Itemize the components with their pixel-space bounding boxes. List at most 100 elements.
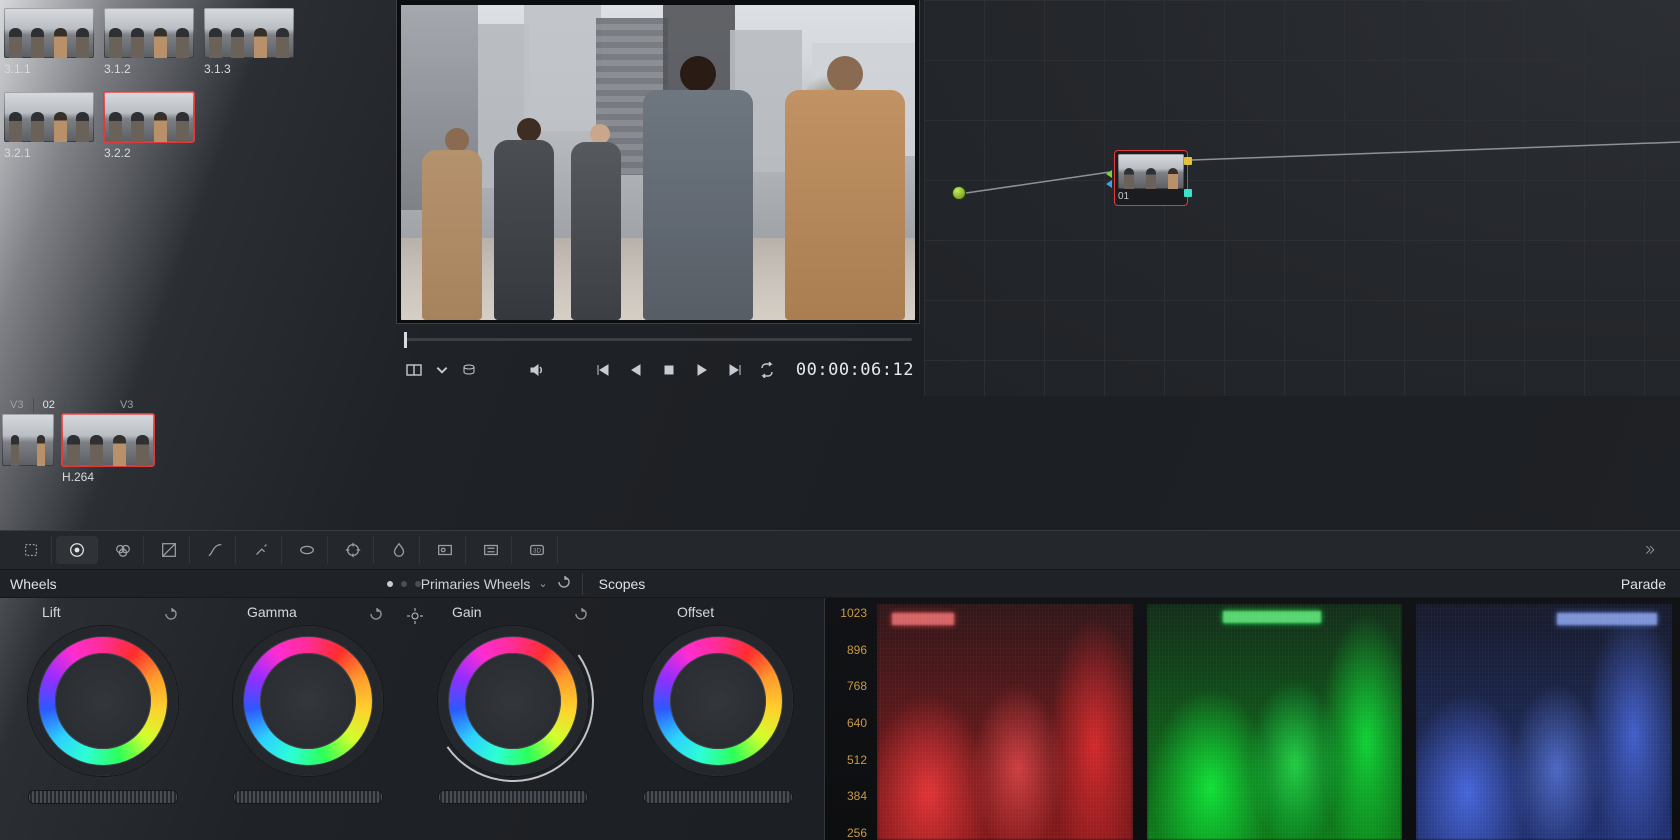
node-links	[924, 0, 1680, 396]
wheels-panel-title: Wheels	[0, 576, 57, 592]
node-output-rgb-icon[interactable]	[1184, 157, 1192, 165]
gamma-reset-button[interactable]	[368, 606, 384, 625]
gamma-wheel[interactable]	[233, 626, 383, 776]
svg-text:3D: 3D	[532, 548, 541, 555]
scrub-bar[interactable]	[396, 328, 920, 352]
scale-tick: 640	[829, 716, 867, 730]
stop-button[interactable]	[656, 358, 681, 382]
gain-wheel[interactable]	[438, 626, 588, 776]
still-3-1-3[interactable]: 3.1.3	[204, 8, 294, 76]
node-source-dot[interactable]	[952, 186, 966, 200]
next-clip-button[interactable]	[722, 358, 747, 382]
expand-panel-button[interactable]	[1628, 536, 1670, 564]
scale-tick: 256	[829, 826, 867, 840]
palette-rgb-mixer-button[interactable]	[102, 536, 144, 564]
still-label: 3.1.2	[104, 62, 194, 76]
still-label: 3.2.1	[4, 146, 94, 160]
palette-sizing-button[interactable]	[470, 536, 512, 564]
palette-curves-button[interactable]	[194, 536, 236, 564]
still-label: 3.1.1	[4, 62, 94, 76]
viewer-image	[401, 5, 915, 320]
image-wipe-button[interactable]	[402, 358, 427, 382]
palette-key-button[interactable]	[424, 536, 466, 564]
node-output-alpha-icon[interactable]	[1184, 189, 1192, 197]
parade-scope[interactable]	[877, 604, 1672, 840]
scopes-mode-dropdown[interactable]: Parade	[1621, 576, 1680, 592]
still-3-2-2[interactable]: 3.2.2	[104, 92, 194, 160]
gamma-label: Gamma	[205, 604, 297, 620]
lift-label: Lift	[0, 604, 61, 620]
lift-wheel[interactable]	[28, 626, 178, 776]
viewer-timecode[interactable]: 00:00:06:12	[796, 360, 914, 380]
palette-qualifier-button[interactable]	[240, 536, 282, 564]
palette-3d-button[interactable]: 3D	[516, 536, 558, 564]
palette-crop-button[interactable]	[10, 536, 52, 564]
loop-button[interactable]	[755, 358, 780, 382]
gallery-row-1: 3.1.1 3.1.2 3.1.3	[4, 2, 304, 76]
scale-tick: 384	[829, 789, 867, 803]
gamma-master-jog[interactable]	[233, 790, 383, 804]
reverse-play-button[interactable]	[624, 358, 649, 382]
scale-tick: 768	[829, 679, 867, 693]
panel-header: Wheels Primaries Wheels ⌄ Scopes Parade	[0, 570, 1680, 598]
timeline-clip-2[interactable]: H.264	[62, 414, 154, 484]
palette-tracker-button[interactable]	[332, 536, 374, 564]
palette-window-button[interactable]	[286, 536, 328, 564]
scope-scale: 1023 896 768 640 512 384 256	[829, 606, 873, 840]
palette-color-wheels-button[interactable]	[56, 536, 98, 564]
gain-master-jog[interactable]	[438, 790, 588, 804]
gamma-wheel-cell: Gamma	[205, 598, 410, 840]
still-3-1-1[interactable]: 3.1.1	[4, 8, 94, 76]
offset-wheel-cell: Offset	[615, 598, 820, 840]
scopes-panel: 1023 896 768 640 512 384 256	[824, 598, 1680, 840]
color-wheels-panel: Lift Gamma Gain Offset	[0, 598, 820, 840]
node-01[interactable]: 01	[1114, 150, 1188, 206]
gain-reset-button[interactable]	[573, 606, 589, 625]
wheels-mode-dropdown[interactable]: Primaries Wheels	[421, 576, 531, 592]
scale-tick: 512	[829, 753, 867, 767]
node-input-alpha-icon[interactable]	[1106, 180, 1112, 188]
bypass-grade-button[interactable]	[457, 358, 482, 382]
palette-blur-button[interactable]	[378, 536, 420, 564]
scale-tick: 896	[829, 643, 867, 657]
offset-wheel[interactable]	[643, 626, 793, 776]
node-label: 01	[1118, 191, 1184, 202]
still-3-1-2[interactable]: 3.1.2	[104, 8, 194, 76]
still-label: 3.1.3	[204, 62, 294, 76]
reset-all-button[interactable]	[556, 574, 572, 593]
viewer: 00:00:06:12	[396, 0, 920, 388]
scopes-panel-title: Scopes	[583, 576, 646, 592]
white-balance-picker-icon[interactable]	[405, 606, 425, 629]
gallery-row-2: 3.2.1 3.2.2	[4, 86, 304, 160]
chevron-down-icon[interactable]	[435, 358, 449, 382]
still-3-2-1[interactable]: 3.2.1	[4, 92, 94, 160]
offset-master-jog[interactable]	[643, 790, 793, 804]
gain-wheel-cell: Gain	[410, 598, 615, 840]
scale-tick: 1023	[829, 606, 867, 620]
node-graph[interactable]: 01	[924, 0, 1680, 396]
track-label-left: V3	[10, 399, 23, 411]
mute-button[interactable]	[524, 358, 549, 382]
clip-timeline: V3 02 V3 H.264	[0, 398, 1680, 518]
clip-codec-label: H.264	[62, 470, 154, 484]
page-dots[interactable]	[387, 581, 421, 587]
scope-green-channel	[1147, 604, 1403, 840]
timeline-track-labels: V3 02 V3	[0, 398, 1680, 412]
offset-label: Offset	[615, 604, 714, 620]
lift-reset-button[interactable]	[163, 606, 179, 625]
viewer-frame[interactable]	[396, 0, 920, 324]
prev-clip-button[interactable]	[591, 358, 616, 382]
scope-blue-channel	[1416, 604, 1672, 840]
transport-bar: 00:00:06:12	[396, 352, 920, 388]
scope-red-channel	[877, 604, 1133, 840]
timeline-clip-1[interactable]	[2, 414, 54, 484]
stills-gallery: 3.1.1 3.1.2 3.1.3 3.2.1 3.2.2	[4, 2, 304, 170]
chevron-down-icon[interactable]: ⌄	[538, 577, 547, 590]
node-input-rgb-icon[interactable]	[1106, 170, 1112, 178]
play-button[interactable]	[689, 358, 714, 382]
lift-wheel-cell: Lift	[0, 598, 205, 840]
clip-number: 02	[43, 399, 55, 411]
palette-toolbar: 3D	[0, 530, 1680, 570]
palette-custom-curves-button[interactable]	[148, 536, 190, 564]
lift-master-jog[interactable]	[28, 790, 178, 804]
